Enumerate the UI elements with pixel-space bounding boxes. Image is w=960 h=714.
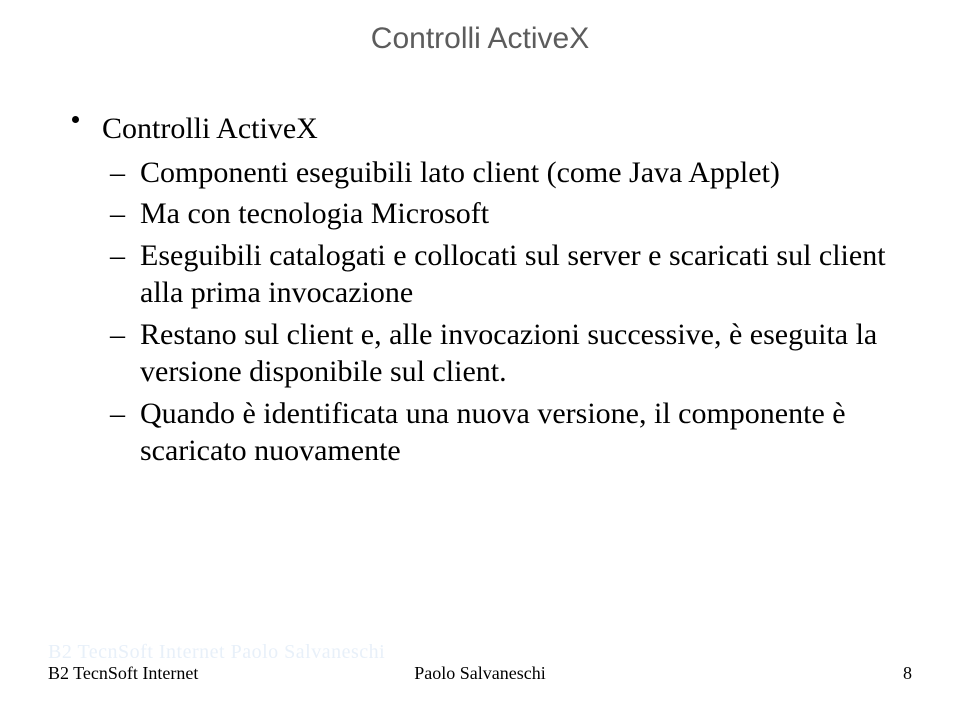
bullet-text: Componenti eseguibili lato client (come …	[140, 156, 780, 189]
bullet-text: Ma con tecnologia Microsoft	[140, 197, 489, 230]
footer-page-number: 8	[903, 663, 912, 684]
slide: Controlli ActiveX Controlli ActiveX – Co…	[0, 0, 960, 714]
bullet-dash-icon: –	[110, 195, 125, 233]
bullet-level-2: – Componenti eseguibili lato client (com…	[102, 154, 900, 192]
ghost-footer-text: B2 TecnSoft Internet Paolo Salvaneschi	[48, 641, 385, 664]
bullet-level-2: – Restano sul client e, alle invocazioni…	[102, 316, 900, 391]
slide-content: Controlli ActiveX – Componenti eseguibil…	[60, 110, 900, 470]
bullet-dash-icon: –	[110, 154, 125, 192]
bullet-dash-icon: –	[110, 237, 125, 275]
bullet-text: Quando è identificata una nuova versione…	[140, 397, 846, 468]
slide-title: Controlli ActiveX	[60, 22, 900, 56]
bullet-text: Controlli ActiveX	[102, 112, 318, 145]
bullet-dash-icon: –	[110, 395, 125, 433]
bullet-dash-icon: –	[110, 316, 125, 354]
bullet-level-2: – Eseguibili catalogati e collocati sul …	[102, 237, 900, 312]
bullet-level-2: – Quando è identificata una nuova versio…	[102, 395, 900, 470]
bullet-level-2: – Ma con tecnologia Microsoft	[102, 195, 900, 233]
bullet-level-1: Controlli ActiveX	[102, 110, 900, 148]
footer-author: Paolo Salvaneschi	[48, 663, 912, 684]
bullet-text: Eseguibili catalogati e collocati sul se…	[140, 239, 886, 310]
bullet-text: Restano sul client e, alle invocazioni s…	[140, 318, 877, 389]
bullet-dot-icon	[72, 116, 79, 123]
